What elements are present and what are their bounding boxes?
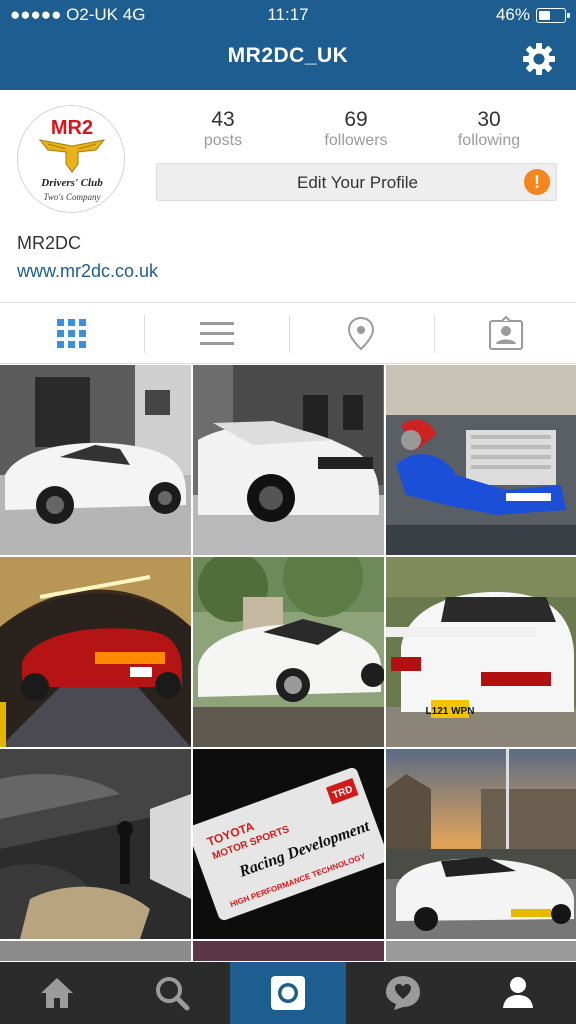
profile-name: MR2DC (17, 233, 82, 253)
activity-heart-icon (386, 976, 420, 1010)
photo-tile[interactable] (386, 941, 576, 961)
grid-icon (57, 319, 86, 348)
tab-grid[interactable] (0, 303, 144, 363)
photo-grid: L121 WPN TOYOTA MOTOR SPORTS Racing Deve… (0, 365, 576, 961)
stat-followers[interactable]: 69 followers (291, 108, 421, 150)
profile-header: MR2 Drivers' Club Two's Company 43 posts… (0, 90, 576, 302)
photo-tile[interactable] (0, 749, 191, 939)
stat-label: posts (203, 132, 243, 149)
location-pin-icon (347, 316, 375, 350)
edit-profile-label: Edit Your Profile (297, 173, 418, 192)
clock: 11:17 (267, 5, 309, 24)
tab-list[interactable] (144, 303, 288, 363)
gear-icon[interactable] (522, 42, 556, 76)
club-logo: MR2 Drivers' Club Two's Company (38, 117, 106, 202)
camera-icon (271, 976, 305, 1010)
logo-tag: Two's Company (43, 192, 100, 202)
view-tabs (0, 302, 576, 364)
edit-profile-button[interactable]: Edit Your Profile ! (156, 163, 557, 201)
home-icon (41, 978, 73, 1008)
photo-tile[interactable] (386, 749, 576, 939)
logo-sub: Drivers' Club (40, 177, 103, 189)
page-title: MR2DC_UK (227, 44, 349, 67)
stat-label: following (457, 132, 521, 149)
battery-percent: 46% (495, 5, 530, 24)
tab-home[interactable] (0, 962, 115, 1024)
alert-icon: ! (524, 169, 550, 195)
photo-tile[interactable] (193, 557, 384, 747)
battery-icon (536, 8, 570, 23)
photo-tile[interactable] (0, 941, 191, 961)
tab-activity[interactable] (346, 962, 461, 1024)
stat-label: followers (324, 132, 388, 149)
stat-value: 43 (211, 108, 235, 131)
photo-tile[interactable] (0, 365, 191, 555)
tab-camera[interactable] (230, 962, 346, 1024)
status-bar: ●●●●● O2-UK 4G 11:17 46% (0, 0, 576, 32)
photo-tile[interactable] (193, 365, 384, 555)
photo-tile[interactable]: L121 WPN (386, 557, 576, 747)
photo-tile[interactable]: TOYOTA MOTOR SPORTS Racing Development H… (193, 749, 384, 939)
stat-following[interactable]: 30 following (424, 108, 554, 150)
profile-stats: 43 posts 69 followers 30 following (156, 108, 556, 152)
stat-value: 30 (477, 108, 501, 131)
logo-text: MR2 (51, 117, 93, 139)
tagged-person-icon (489, 316, 523, 350)
tab-profile[interactable] (461, 962, 576, 1024)
tab-location[interactable] (289, 303, 433, 363)
top-bar: ●●●●● O2-UK 4G 11:17 46% MR2DC_UK (0, 0, 576, 90)
website-link[interactable]: www.mr2dc.co.uk (17, 261, 158, 282)
photo-tile[interactable] (193, 941, 384, 961)
search-icon (156, 977, 190, 1011)
tab-search[interactable] (115, 962, 230, 1024)
photo-tile[interactable] (386, 365, 576, 555)
bottom-tab-bar (0, 962, 576, 1024)
tab-tagged[interactable] (434, 303, 576, 363)
stat-posts[interactable]: 43 posts (158, 108, 288, 150)
avatar[interactable]: MR2 Drivers' Club Two's Company (17, 105, 125, 213)
plate-text: L121 WPN (426, 706, 475, 717)
list-icon (200, 322, 234, 345)
profile-icon (503, 977, 533, 1008)
stat-value: 69 (344, 108, 368, 131)
photo-tile[interactable] (0, 557, 191, 747)
